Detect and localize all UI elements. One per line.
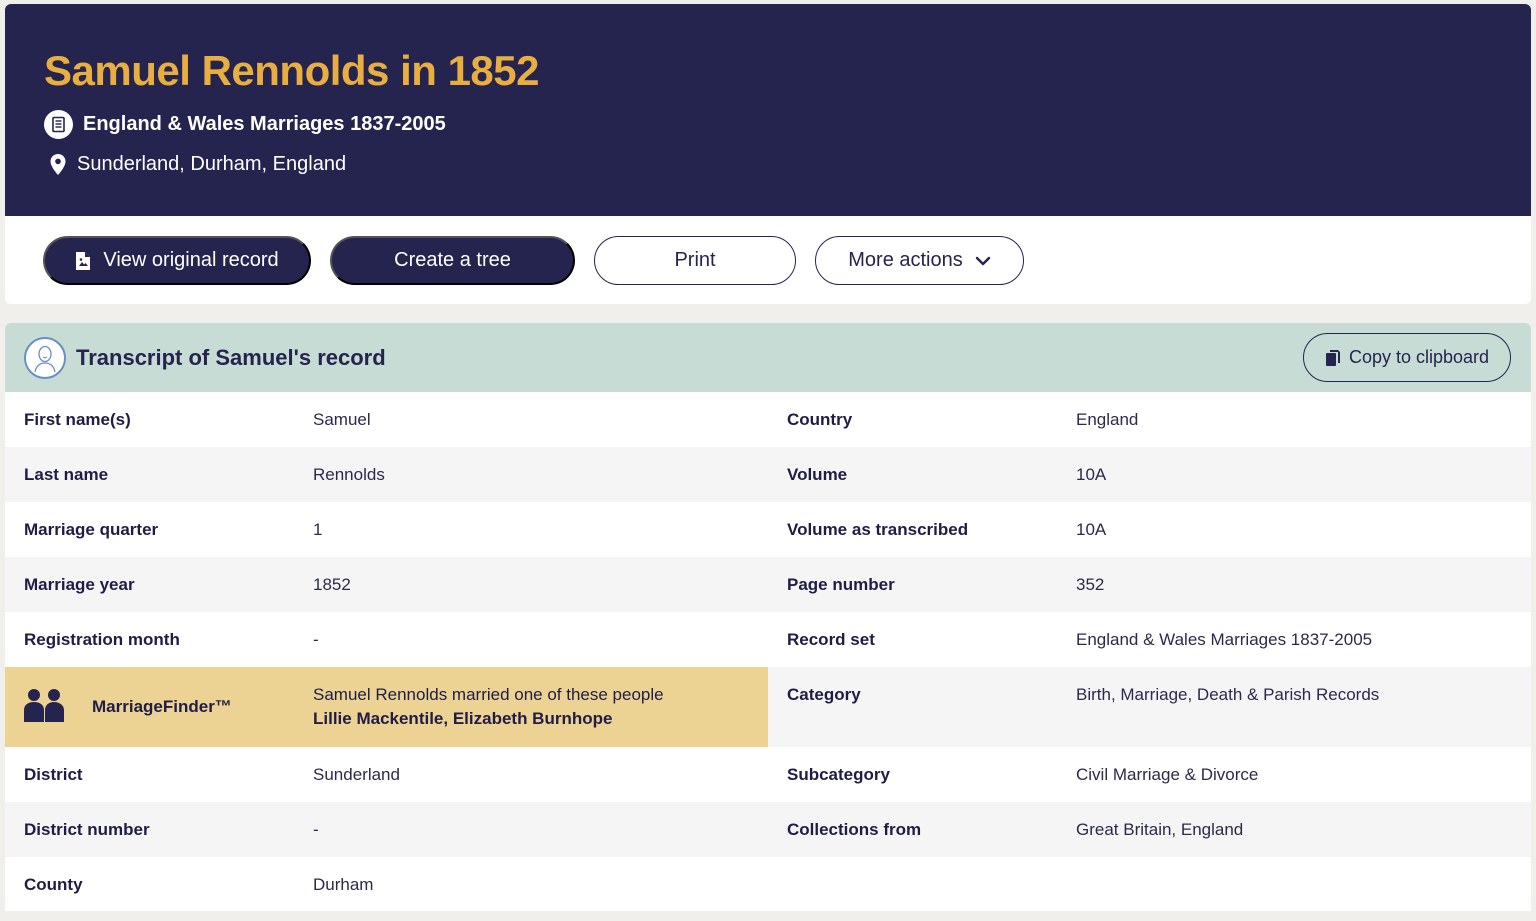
location-row: Sunderland, Durham, England [44, 153, 1531, 176]
marriage-finder-banner[interactable]: MarriageFinder™ Samuel Rennolds married … [5, 667, 768, 747]
field-label: Record set [787, 629, 875, 649]
field-value: 352 [1076, 574, 1105, 594]
table-row: Marriage quarter 1 Volume as transcribed… [5, 502, 1531, 557]
field-value: 1852 [313, 574, 351, 594]
field-label: Volume as transcribed [787, 519, 969, 539]
person-portrait-icon [24, 336, 66, 379]
marriage-finder-description: Samuel Rennolds married one of these peo… [313, 685, 664, 704]
view-original-record-button[interactable]: View original record [43, 236, 311, 285]
transcript-title: Transcript of Samuel's record [76, 344, 386, 370]
field-value: 10A [1076, 519, 1107, 539]
field-label: Volume [787, 464, 848, 484]
collection-row: England & Wales Marriages 1837-2005 [44, 110, 1531, 140]
field-label: County [24, 874, 83, 894]
table-row: District Sunderland Subcategory Civil Ma… [5, 747, 1531, 802]
record-header: Samuel Rennolds in 1852 England & Wales … [5, 4, 1531, 216]
marriage-finder-names[interactable]: Lillie Mackentile, Elizabeth Burnhope [313, 707, 664, 731]
chevron-down-icon [975, 256, 991, 266]
field-label: Category [787, 684, 861, 704]
field-label: Page number [787, 574, 895, 594]
copy-icon [1325, 349, 1341, 367]
field-label: Subcategory [787, 764, 890, 784]
field-value: Samuel [313, 409, 371, 429]
field-label: Marriage year [24, 574, 135, 594]
table-row: Last name Rennolds Volume 10A [5, 447, 1531, 502]
field-value: Sunderland [313, 764, 400, 784]
transcript-panel: Transcript of Samuel's record Copy to cl… [5, 323, 1531, 911]
print-button[interactable]: Print [594, 236, 796, 285]
action-bar: View original record Create a tree Print… [5, 216, 1531, 304]
view-original-label: View original record [103, 249, 279, 271]
table-row: Registration month - Record set England … [5, 612, 1531, 667]
copy-label: Copy to clipboard [1348, 347, 1490, 367]
field-value: 10A [1076, 464, 1107, 484]
field-label: Country [787, 409, 853, 429]
location-text: Sunderland, Durham, England [77, 153, 347, 176]
copy-to-clipboard-button[interactable]: Copy to clipboard [1303, 333, 1511, 382]
field-value: Birth, Marriage, Death & Parish Records [1076, 684, 1380, 704]
marriage-finder-text: Samuel Rennolds married one of these peo… [313, 683, 664, 731]
location-pin-icon [49, 153, 67, 176]
field-label: Registration month [24, 629, 180, 649]
field-value: England & Wales Marriages 1837-2005 [1076, 629, 1373, 649]
field-value: Durham [313, 874, 374, 894]
file-image-icon [75, 251, 91, 271]
field-value: Rennolds [313, 464, 385, 484]
field-value: England [1076, 409, 1139, 429]
field-label: District number [24, 819, 150, 839]
table-row: MarriageFinder™ Samuel Rennolds married … [5, 667, 1531, 747]
table-row: Marriage year 1852 Page number 352 [5, 557, 1531, 612]
field-value: Great Britain, England [1076, 819, 1244, 839]
page-title: Samuel Rennolds in 1852 [44, 47, 540, 94]
field-label: District [24, 764, 83, 784]
more-actions-button[interactable]: More actions [815, 236, 1024, 285]
marriage-finder-label: MarriageFinder™ [92, 697, 232, 716]
transcript-table: First name(s) Samuel Country England Las… [5, 392, 1531, 911]
field-label: Collections from [787, 819, 922, 839]
field-value: - [313, 819, 319, 839]
more-actions-label: More actions [848, 249, 963, 271]
field-value: Civil Marriage & Divorce [1076, 764, 1259, 784]
document-icon [44, 110, 73, 140]
couple-icon [24, 688, 64, 729]
field-label: First name(s) [24, 409, 131, 429]
create-tree-button[interactable]: Create a tree [330, 236, 575, 285]
field-label: Last name [24, 464, 109, 484]
field-label: Marriage quarter [24, 519, 159, 539]
table-row: County Durham [5, 857, 1531, 911]
collection-link[interactable]: England & Wales Marriages 1837-2005 [83, 113, 446, 136]
field-value: - [313, 629, 319, 649]
table-row: District number - Collections from Great… [5, 802, 1531, 857]
field-value: 1 [313, 519, 323, 539]
table-row: First name(s) Samuel Country England [5, 392, 1531, 447]
transcript-header: Transcript of Samuel's record Copy to cl… [5, 323, 1531, 392]
